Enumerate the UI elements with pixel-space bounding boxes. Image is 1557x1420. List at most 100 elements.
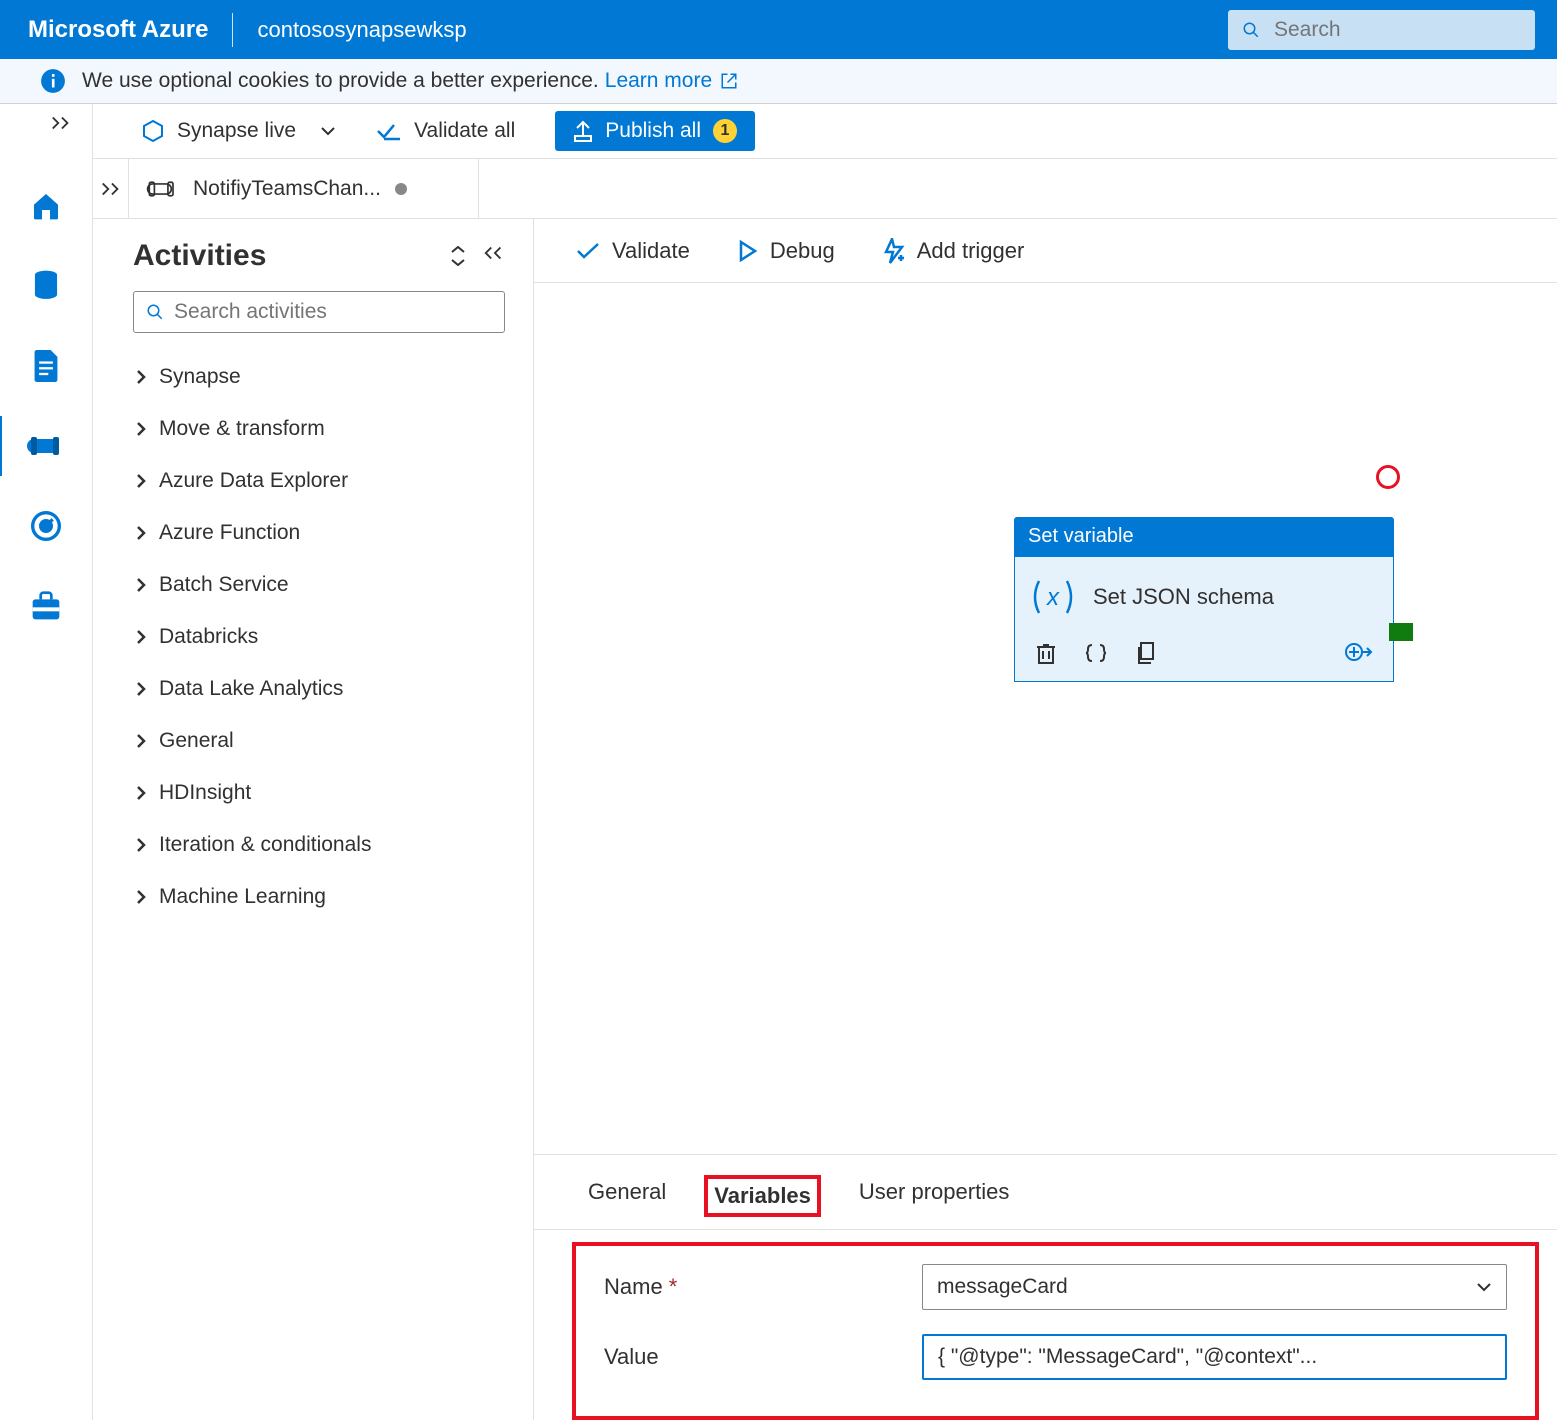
activity-category-label: General <box>159 729 234 753</box>
activity-category[interactable]: HDInsight <box>133 767 505 819</box>
validate-all-icon <box>376 121 402 141</box>
search-icon <box>1242 21 1260 39</box>
value-input[interactable]: { "@type": "MessageCard", "@context"... <box>922 1334 1507 1380</box>
delete-icon[interactable] <box>1035 641 1057 665</box>
home-icon <box>30 190 62 222</box>
add-output-icon[interactable] <box>1345 641 1373 665</box>
pipeline-canvas[interactable]: Set variable x Set JSON schema <box>534 283 1557 1154</box>
name-label: Name* <box>604 1274 922 1300</box>
chevron-right-icon <box>135 888 147 906</box>
trigger-icon <box>883 238 905 264</box>
name-dropdown[interactable]: messageCard <box>922 1264 1507 1310</box>
debug-label: Debug <box>770 238 835 264</box>
chevron-right-icon <box>135 732 147 750</box>
activity-category[interactable]: Synapse <box>133 351 505 403</box>
publish-mode-dropdown[interactable]: Synapse live <box>141 119 336 143</box>
activity-category-label: Data Lake Analytics <box>159 677 343 701</box>
activity-category[interactable]: Move & transform <box>133 403 505 455</box>
tab-pipeline[interactable]: NotifiyTeamsChan... <box>129 159 479 219</box>
add-trigger-button[interactable]: Add trigger <box>883 238 1025 264</box>
activity-category[interactable]: Azure Data Explorer <box>133 455 505 507</box>
chevron-right-icon <box>135 420 147 438</box>
check-icon <box>576 242 600 260</box>
value-text: { "@type": "MessageCard", "@context"... <box>938 1345 1317 1369</box>
chevron-right-icon <box>135 472 147 490</box>
activities-title: Activities <box>133 239 266 273</box>
copy-icon[interactable] <box>1135 641 1157 665</box>
nav-data[interactable] <box>28 268 64 304</box>
global-search-input[interactable] <box>1274 18 1521 42</box>
success-connector[interactable] <box>1389 623 1413 641</box>
activity-category[interactable]: Data Lake Analytics <box>133 663 505 715</box>
monitor-icon <box>30 510 62 542</box>
tab-label: NotifiyTeamsChan... <box>193 177 381 201</box>
chevron-right-icon <box>135 524 147 542</box>
chevron-right-icon <box>135 368 147 386</box>
activity-category-label: Azure Data Explorer <box>159 469 348 493</box>
validate-all-button[interactable]: Validate all <box>376 119 515 143</box>
chevron-right-icon <box>135 576 147 594</box>
nav-home[interactable] <box>28 188 64 224</box>
chevron-right-icon <box>135 784 147 802</box>
variables-form: Name* messageCard Value { "@type": "Mess… <box>572 1242 1539 1420</box>
nav-integrate[interactable] <box>28 428 64 464</box>
publish-count-badge: 1 <box>713 119 737 143</box>
debug-button[interactable]: Debug <box>738 238 835 264</box>
database-icon <box>31 270 61 302</box>
activity-category[interactable]: Machine Learning <box>133 871 505 923</box>
activity-node-title: Set JSON schema <box>1093 584 1274 610</box>
variable-icon: x <box>1029 573 1077 621</box>
nav-monitor[interactable] <box>28 508 64 544</box>
activity-category[interactable]: General <box>133 715 505 767</box>
activity-category[interactable]: Batch Service <box>133 559 505 611</box>
activity-category-label: HDInsight <box>159 781 251 805</box>
svg-text:x: x <box>1046 584 1060 611</box>
collapse-all-icon[interactable] <box>449 246 467 266</box>
chevron-down-icon <box>1476 1282 1492 1292</box>
dirty-indicator-icon <box>395 183 407 195</box>
nav-rail <box>0 104 93 1420</box>
global-search[interactable] <box>1228 10 1535 50</box>
chevron-right-icon <box>135 680 147 698</box>
chevron-right-icon <box>135 836 147 854</box>
activity-category-label: Synapse <box>159 365 241 389</box>
activities-search-input[interactable] <box>174 300 492 324</box>
learn-more-link[interactable]: Learn more <box>605 69 738 93</box>
activity-category-label: Databricks <box>159 625 258 649</box>
tab-variables[interactable]: Variables <box>704 1175 821 1217</box>
chevron-right-icon <box>135 628 147 646</box>
activities-search[interactable] <box>133 291 505 333</box>
tab-user-properties[interactable]: User properties <box>853 1175 1015 1217</box>
external-link-icon <box>720 72 738 90</box>
collapse-panel-icon[interactable] <box>483 246 505 266</box>
pipeline-icon <box>145 178 179 200</box>
add-trigger-label: Add trigger <box>917 238 1025 264</box>
publish-mode-label: Synapse live <box>177 119 296 143</box>
nav-manage[interactable] <box>28 588 64 624</box>
activity-node-set-variable[interactable]: Set variable x Set JSON schema <box>1014 517 1394 682</box>
activities-panel: Activities <box>93 219 533 1420</box>
activity-category-list: Synapse Move & transform Azure Data Expl… <box>133 351 505 923</box>
validate-button[interactable]: Validate <box>576 238 690 264</box>
activity-category[interactable]: Azure Function <box>133 507 505 559</box>
learn-more-label: Learn more <box>605 69 712 93</box>
brand-label: Microsoft Azure <box>28 16 208 44</box>
activity-category[interactable]: Databricks <box>133 611 505 663</box>
validate-all-label: Validate all <box>414 119 515 143</box>
play-icon <box>738 240 758 262</box>
code-icon[interactable] <box>1085 641 1107 665</box>
tabstrip: NotifiyTeamsChan... <box>93 159 1557 219</box>
document-icon <box>32 350 60 382</box>
activity-category-label: Batch Service <box>159 573 289 597</box>
activity-node-header: Set variable <box>1014 517 1394 556</box>
tab-general[interactable]: General <box>582 1175 672 1217</box>
expand-rail-icon[interactable] <box>50 116 72 130</box>
nav-develop[interactable] <box>28 348 64 384</box>
toolbox-icon <box>30 591 62 621</box>
expand-tabs-button[interactable] <box>93 159 129 219</box>
topbar: Microsoft Azure contososynapsewksp <box>0 0 1557 59</box>
publish-all-button[interactable]: Publish all 1 <box>555 111 755 151</box>
validate-label: Validate <box>612 238 690 264</box>
workspace-name: contososynapsewksp <box>257 17 466 43</box>
activity-category[interactable]: Iteration & conditionals <box>133 819 505 871</box>
